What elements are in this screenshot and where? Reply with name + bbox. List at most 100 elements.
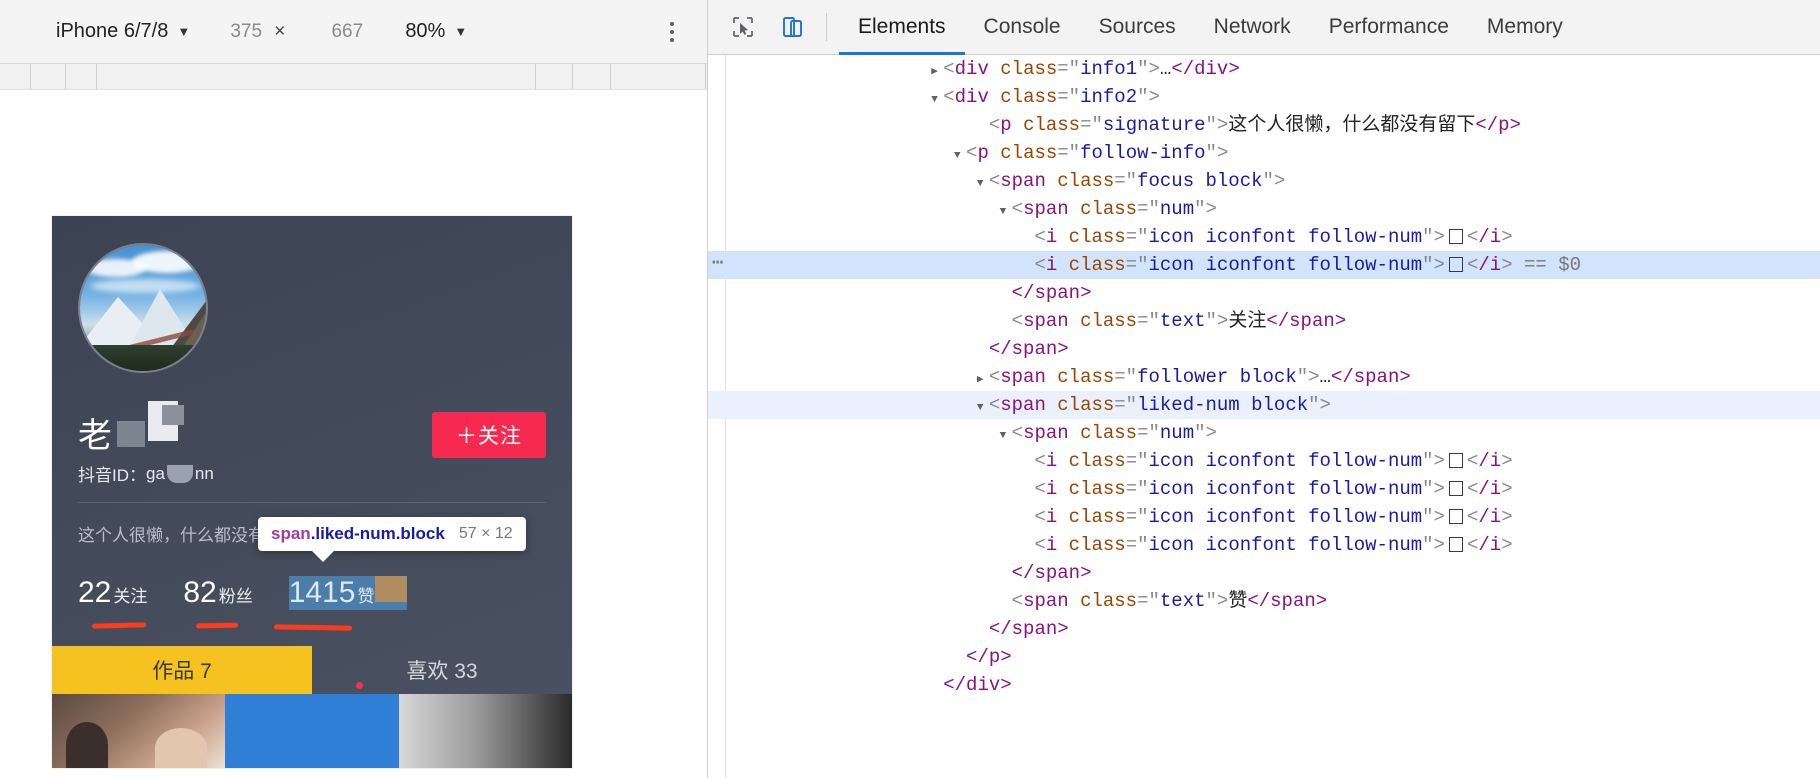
douyin-id-value-start: ga [146,463,165,483]
device-height-input[interactable] [325,19,370,44]
dom-tree-row[interactable]: <i class="icon iconfont follow-num"> </i> [708,447,1820,475]
disclosure-triangle-icon[interactable] [977,366,989,394]
dom-tree-row[interactable]: <span class="num"> [708,195,1820,223]
chevron-down-icon: ▼ [177,24,191,39]
disclosure-triangle-icon[interactable] [977,170,989,198]
profile-tabs: 作品 7 喜欢 33 [52,646,572,694]
device-toolbar-icon [783,17,802,37]
dom-tree-row[interactable]: </div> [708,671,1820,699]
tooltip-class-names: .liked-num.block [310,524,445,543]
dom-tree-row[interactable]: </p> [708,643,1820,671]
dom-tree-row[interactable]: <i class="icon iconfont follow-num"> </i> [708,503,1820,531]
stat-focus-label: 关注 [113,587,148,606]
annotation-underline [91,622,147,629]
dom-tree-row[interactable]: <span class="follower block">…</span> [708,363,1820,391]
dom-tree-row[interactable]: <span class="num"> [708,419,1820,447]
dom-tree-row[interactable]: <i class="icon iconfont follow-num"> </i> [708,223,1820,251]
element-padding-overlay [374,576,407,602]
zoom-selector-label: 80% [405,20,446,42]
stat-follower[interactable]: 82 粉丝 [183,576,252,610]
toggle-device-toolbar-button[interactable] [772,6,814,48]
missing-glyph-icon [1448,537,1463,552]
dom-tree-row[interactable]: <p class="signature">这个人很懒，什么都没有留下</p> [708,111,1820,139]
devtools-pane: Elements Console Sources Network Perform… [708,0,1820,778]
dom-tree-row[interactable]: <span class="liked-num block"> [708,391,1820,419]
kebab-dot [670,21,674,26]
dom-tree-row[interactable]: <div class="info2"> [708,83,1820,111]
stat-focus-num: 22 [78,576,112,609]
avatar[interactable] [78,243,208,373]
expand-ellipsis[interactable]: ⋯ [712,249,724,277]
device-width-input[interactable] [224,19,269,44]
disclosure-triangle-icon[interactable] [1000,422,1012,450]
stat-follower-num: 82 [183,576,217,609]
profile-header: ＋关注 老 抖音ID： ga nn 这个人很懒，什么都没有留下 22 关注 82… [52,216,572,646]
dom-tree-row[interactable]: <span class="focus block"> [708,167,1820,195]
dom-tree-row[interactable]: <p class="follow-info"> [708,139,1820,167]
thumbnail-item[interactable] [225,682,399,768]
cursor-select-icon [733,17,753,37]
avatar-cloud [132,251,202,273]
tab-elements[interactable]: Elements [839,0,965,55]
douyin-id-label: 抖音ID： [78,466,146,485]
stat-liked-num: 1415 [288,576,356,609]
missing-glyph-icon [1448,509,1463,524]
element-inspect-tooltip: span.liked-num.block 57 × 12 [258,517,526,562]
avatar-forest [80,345,206,371]
dom-tree-row[interactable]: <i class="icon iconfont follow-num"> </i> [708,475,1820,503]
tab-network[interactable]: Network [1195,0,1310,55]
stat-focus[interactable]: 22 关注 [78,576,147,610]
thumbnail-item[interactable] [398,694,572,768]
dom-tree-row[interactable]: <span class="text">赞</span> [708,587,1820,615]
annotation-underline [273,624,353,631]
dom-tree-row[interactable]: </span> [708,615,1820,643]
video-thumbnails [52,682,572,768]
dimension-times-symbol: × [274,20,286,42]
dom-tree-row[interactable]: ⋯ <i class="icon iconfont follow-num"> </… [708,251,1820,279]
disclosure-triangle-icon[interactable] [931,86,943,114]
zoom-selector[interactable]: 80% ▼ [405,20,467,43]
profile-nickname-text: 老 [78,417,113,455]
disclosure-triangle-icon[interactable] [954,142,966,170]
tab-likes[interactable]: 喜欢 33 [312,646,572,694]
phone-frame: ＋关注 老 抖音ID： ga nn 这个人很懒，什么都没有留下 22 关注 82… [52,216,572,768]
missing-glyph-icon [1448,229,1463,244]
annotation-underline [195,622,239,629]
device-emulation-pane: iPhone 6/7/8 ▼ × 80% ▼ [0,0,708,778]
missing-glyph-icon [1448,257,1463,272]
device-selector-label: iPhone 6/7/8 [56,20,169,42]
tab-performance[interactable]: Performance [1310,0,1468,55]
header-divider [78,502,546,503]
tab-works[interactable]: 作品 7 [52,646,312,694]
device-selector[interactable]: iPhone 6/7/8 ▼ [56,20,190,43]
dom-tree-row[interactable]: </span> [708,279,1820,307]
kebab-dot [670,37,674,42]
notification-dot [355,682,363,689]
dom-tree-row[interactable]: <span class="text">关注</span> [708,307,1820,335]
kebab-dot [670,29,674,34]
thumbnail-item[interactable] [52,694,226,768]
stat-liked[interactable]: 1415 赞 [288,576,407,610]
stat-follower-label: 粉丝 [218,587,253,606]
stat-liked-label: 赞 [357,587,375,606]
dom-tree-row[interactable]: </span> [708,335,1820,363]
douyin-id-value-end: nn [194,463,214,483]
tab-memory[interactable]: Memory [1468,0,1582,55]
more-options-button[interactable] [661,18,683,46]
tab-sources[interactable]: Sources [1080,0,1195,55]
dom-tree-row[interactable]: <div class="info1">…</div> [708,55,1820,83]
disclosure-triangle-icon[interactable] [1000,198,1012,226]
disclosure-triangle-icon[interactable] [931,58,943,86]
dom-tree-row[interactable]: <i class="icon iconfont follow-num"> </i> [708,531,1820,559]
dom-tree-row[interactable]: </span> [708,559,1820,587]
disclosure-triangle-icon[interactable] [977,394,989,422]
dom-tree[interactable]: <div class="info1">…</div> <div class="i… [708,55,1820,778]
inspect-element-button[interactable] [722,6,764,48]
tab-console[interactable]: Console [965,0,1080,55]
missing-glyph-icon [1448,453,1463,468]
follow-button[interactable]: ＋关注 [432,412,546,458]
device-toolbar: iPhone 6/7/8 ▼ × 80% ▼ [0,0,707,64]
follow-info: 22 关注 82 粉丝 1415 赞 [78,576,546,631]
douyin-id-row: 抖音ID： ga nn [78,461,546,486]
redaction-block [117,421,145,447]
